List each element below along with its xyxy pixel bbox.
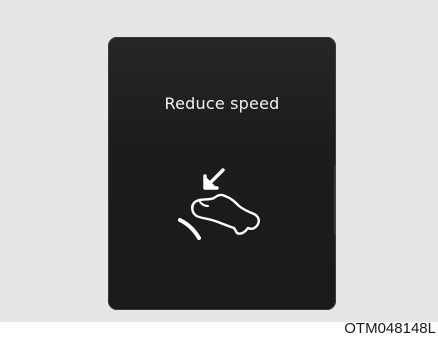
cluster-lcd-display: Reduce speed <box>108 37 336 310</box>
shoe-outline <box>191 193 260 235</box>
pedal-arc <box>178 218 201 240</box>
arrow-down-left-icon <box>203 168 225 190</box>
warning-message: Reduce speed <box>164 94 280 113</box>
figure-code: OTM048148L <box>344 320 436 337</box>
accelerator-release-icon <box>178 168 260 240</box>
